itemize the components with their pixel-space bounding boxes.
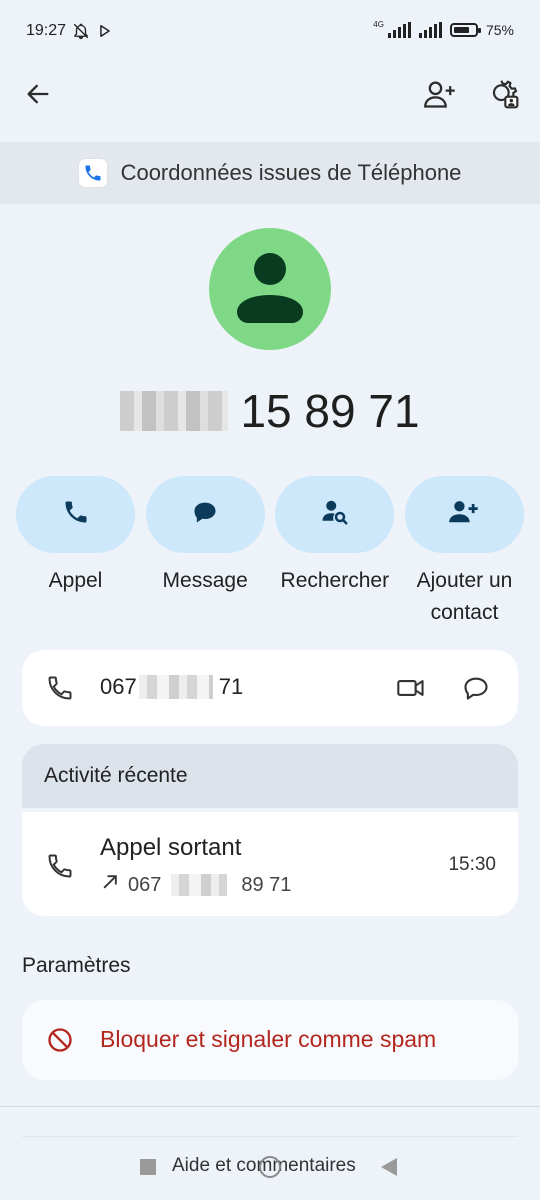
- block-icon: [46, 1026, 74, 1059]
- person-icon: [237, 253, 303, 323]
- back-button[interactable]: [14, 72, 62, 120]
- redacted-digits: [171, 874, 228, 896]
- source-banner: Coordonnées issues de Téléphone: [0, 142, 540, 204]
- top-app-bar: [0, 66, 540, 130]
- bell-off-icon: [72, 22, 90, 45]
- person-add-icon: [448, 498, 480, 531]
- chat-bubble-outline-icon: [462, 677, 490, 706]
- block-spam-label: Bloquer et signaler comme spam: [100, 1026, 437, 1052]
- phone-icon: [62, 498, 90, 531]
- call-button[interactable]: [16, 476, 135, 553]
- back-nav-button[interactable]: [381, 1158, 397, 1176]
- battery-percent: 75%: [485, 22, 514, 38]
- signal-icon: [418, 22, 442, 38]
- parameters-title: Paramètres: [22, 954, 131, 977]
- add-contact-label: Ajouter un contact: [416, 569, 513, 624]
- call-action[interactable]: Appel: [16, 476, 135, 629]
- phone-app-icon: [78, 159, 107, 187]
- divider: [22, 1136, 518, 1137]
- phone-number-visible: 15 89 71: [240, 385, 420, 437]
- message-button[interactable]: [145, 476, 265, 553]
- signal-icon: [387, 22, 411, 38]
- source-banner-text: Coordonnées issues de Téléphone: [120, 160, 462, 185]
- home-nav-button[interactable]: [259, 1156, 281, 1178]
- contact-avatar: [209, 228, 331, 350]
- person-search-icon: [320, 497, 350, 532]
- manage-accounts-icon: [488, 78, 520, 115]
- phone-number-text: 067 71: [100, 674, 244, 699]
- recents-nav-button[interactable]: [140, 1159, 156, 1175]
- network-type: 4G: [373, 19, 384, 29]
- contact-number-title: 15 89 71: [0, 384, 540, 438]
- call-number: 067 89 71: [100, 872, 291, 898]
- action-buttons-row: Appel Message Rechercher Ajouter un cont…: [16, 476, 524, 629]
- message-action[interactable]: Message: [145, 476, 265, 629]
- play-store-icon: [98, 24, 112, 43]
- video-call-button[interactable]: [396, 674, 426, 707]
- outgoing-arrow-icon: [100, 872, 120, 898]
- call-label: Appel: [48, 569, 103, 592]
- redacted-digits: [120, 391, 229, 431]
- recent-call-row[interactable]: Appel sortant 067 89 71 15:30: [22, 812, 518, 916]
- divider: [0, 1106, 540, 1107]
- videocam-icon: [396, 680, 426, 706]
- person-add-icon: [423, 79, 457, 114]
- phone-number-card[interactable]: 067 71: [22, 650, 518, 726]
- search-contact-button[interactable]: [275, 476, 395, 553]
- add-contact-action[interactable]: Ajouter un contact: [404, 476, 524, 629]
- add-contact-pill-button[interactable]: [404, 476, 524, 553]
- add-contact-button[interactable]: [416, 72, 464, 120]
- phone-icon: [46, 852, 74, 885]
- manage-contact-settings-button[interactable]: [480, 72, 528, 120]
- search-label: Rechercher: [280, 569, 390, 592]
- chat-bubble-icon: [191, 498, 219, 531]
- send-message-button[interactable]: [462, 674, 490, 707]
- call-time: 15:30: [448, 854, 496, 875]
- status-bar: 19:27 4G 75%: [0, 0, 540, 66]
- recent-activity-header: Activité récente: [22, 744, 518, 808]
- search-action[interactable]: Rechercher: [275, 476, 395, 629]
- message-label: Message: [162, 569, 248, 592]
- battery-icon: [449, 23, 481, 37]
- block-spam-button[interactable]: Bloquer et signaler comme spam: [22, 1000, 518, 1080]
- recent-activity-title: Activité récente: [44, 764, 188, 787]
- status-time: 19:27: [26, 22, 67, 39]
- phone-icon: [46, 674, 74, 707]
- arrow-back-icon: [24, 80, 52, 113]
- call-type: Appel sortant: [100, 834, 242, 861]
- redacted-digits: [138, 675, 213, 699]
